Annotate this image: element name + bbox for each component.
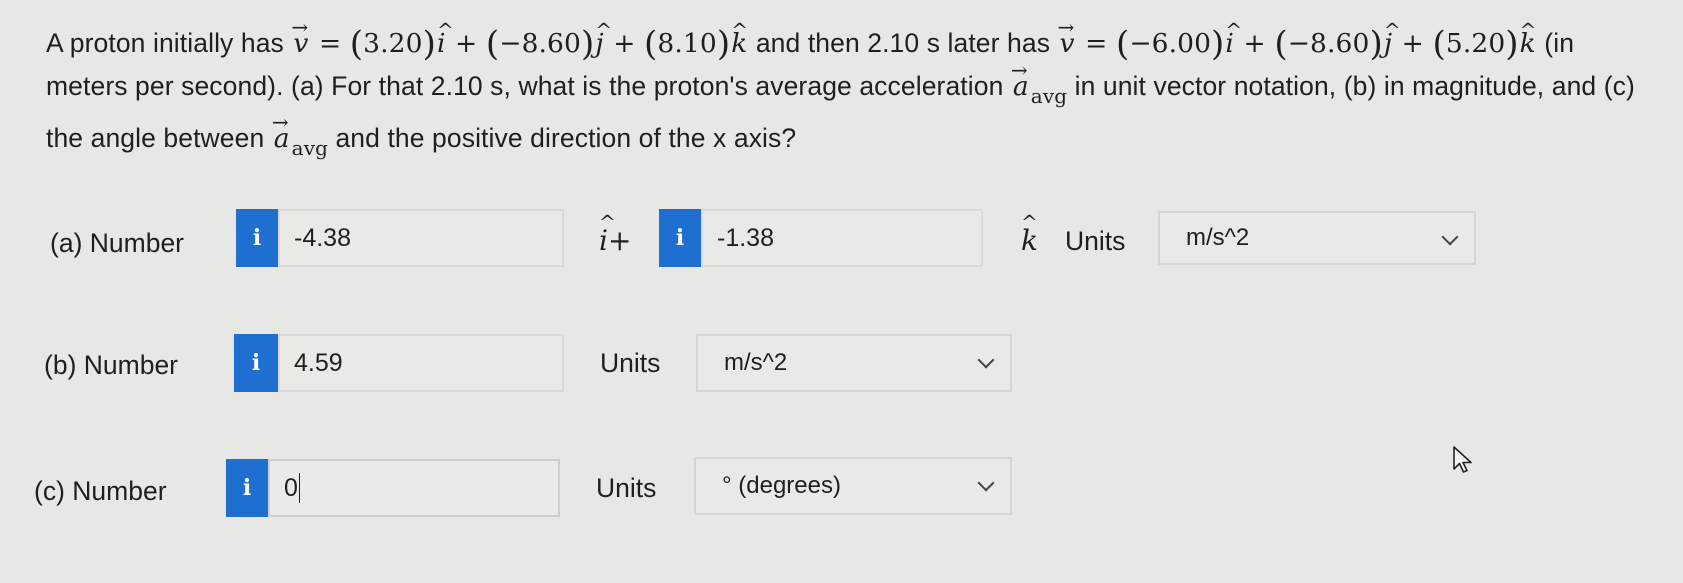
question-text: A proton initially has v = (3.20)i + (−8…: [46, 6, 1656, 169]
v2-y: −8.60: [1287, 28, 1370, 59]
acceleration-symbol: a: [272, 101, 292, 160]
equals-sign: =: [310, 28, 350, 59]
k-hat-label: k: [1020, 210, 1039, 257]
i-plus-label: i+: [598, 210, 632, 257]
v1-z: 8.10: [657, 28, 717, 59]
part-a-units-select[interactable]: m/s^2: [1158, 211, 1476, 265]
avg-subscript: avg: [291, 136, 328, 160]
v1-y: −8.60: [499, 28, 581, 59]
avg-subscript: avg: [1030, 84, 1068, 108]
v1-x: 3.20: [363, 28, 423, 59]
info-icon[interactable]: i: [236, 209, 278, 267]
j-hat: j: [1383, 9, 1401, 65]
part-c-units-value: ° (degrees): [722, 472, 841, 499]
part-b-label: (b) Number: [44, 350, 179, 380]
velocity-symbol: v: [1058, 6, 1077, 65]
chevron-down-icon: [1441, 228, 1459, 246]
part-a-units-value: m/s^2: [1186, 224, 1250, 251]
part-c-label: (c) Number: [34, 476, 167, 506]
k-hat: k: [730, 9, 748, 65]
part-b-input[interactable]: 4.59: [278, 334, 564, 392]
text-cursor: [298, 473, 301, 503]
info-icon[interactable]: i: [659, 209, 701, 267]
part-c-value: 0: [284, 473, 298, 502]
part-c-units-label: Units: [596, 473, 657, 503]
mouse-pointer-icon: [1453, 446, 1472, 473]
chevron-down-icon: [977, 351, 995, 369]
velocity-symbol: v: [291, 6, 310, 65]
j-hat: j: [594, 9, 612, 65]
question-intro: A proton initially has: [46, 28, 292, 58]
part-b-units-value: m/s^2: [724, 349, 788, 376]
question-end: and the positive direction of the x axis…: [328, 123, 797, 153]
i-hat: i: [436, 9, 453, 65]
part-b-units-label: Units: [600, 348, 661, 378]
v2-z: 5.20: [1445, 28, 1506, 59]
part-b-units-select[interactable]: m/s^2: [696, 334, 1012, 392]
v2-x: −6.00: [1129, 28, 1212, 59]
info-icon[interactable]: i: [226, 459, 268, 517]
part-c-units-select[interactable]: ° (degrees): [694, 457, 1012, 515]
part-c-input[interactable]: 0: [268, 459, 560, 517]
k-hat: k: [1519, 9, 1537, 65]
part-a-k-input[interactable]: -1.38: [701, 209, 983, 267]
info-icon[interactable]: i: [234, 334, 278, 392]
part-a-units-label: Units: [1065, 226, 1126, 256]
equals-sign: =: [1076, 28, 1116, 59]
acceleration-symbol: a: [1011, 49, 1031, 108]
part-a-label: (a) Number: [50, 228, 185, 258]
chevron-down-icon: [977, 474, 995, 492]
part-a-i-input[interactable]: -4.38: [278, 209, 564, 267]
i-hat: i: [1224, 9, 1241, 65]
